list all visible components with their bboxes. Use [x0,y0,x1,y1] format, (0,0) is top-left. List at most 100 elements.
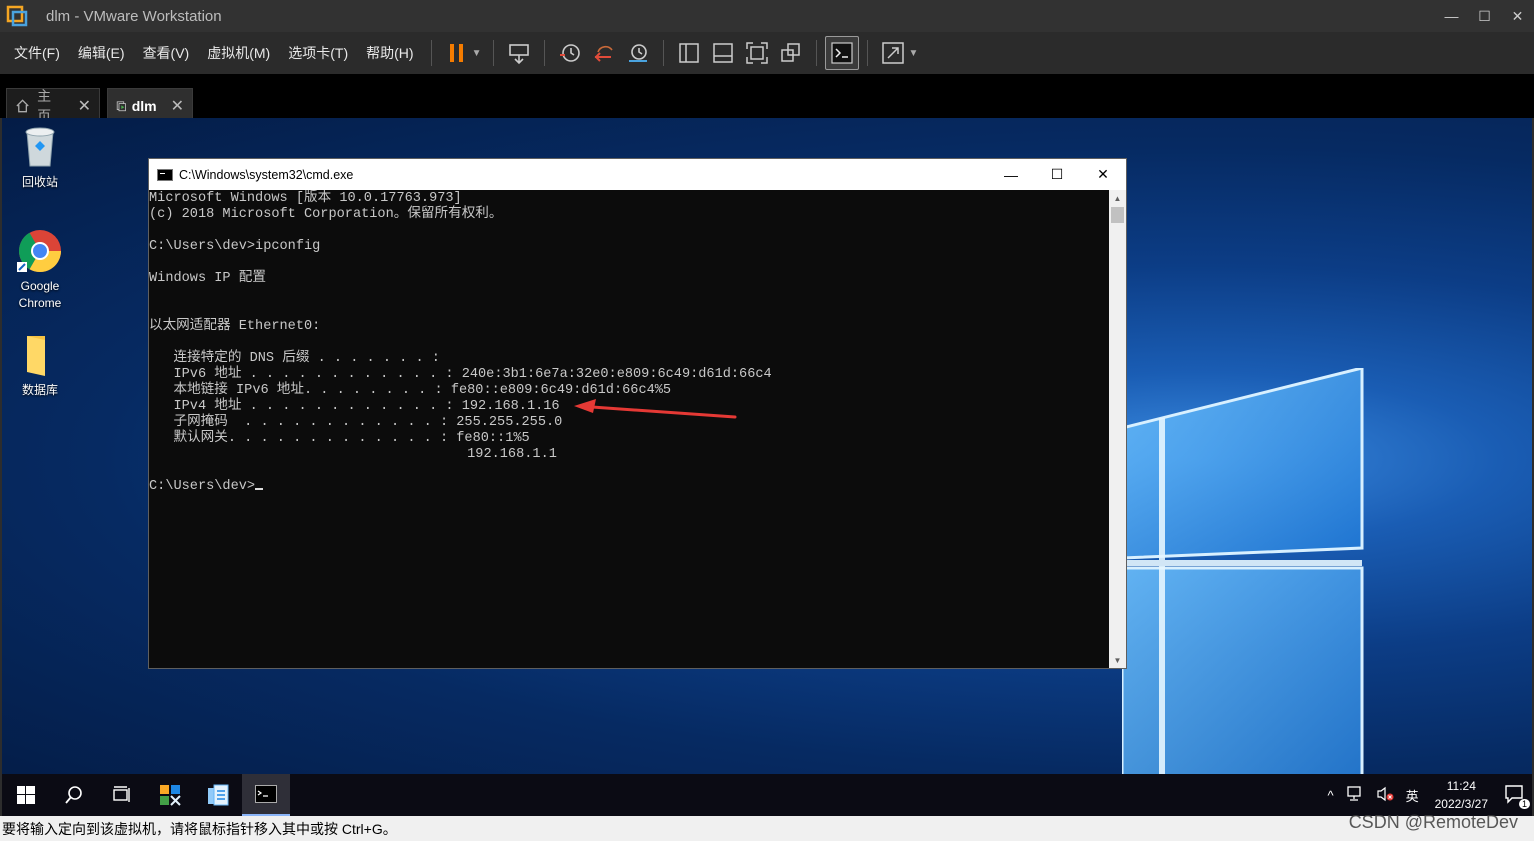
window-title: dlm - VMware Workstation [46,7,222,25]
desktop-icon-database-folder[interactable]: 数据库 [2,332,78,399]
console-line: 以太网适配器 Ethernet0: [149,319,321,334]
vmware-logo-icon [6,5,28,27]
console-line: (c) 2018 Microsoft Corporation。保留所有权利。 [149,207,503,222]
snapshot-manager-button[interactable] [621,36,655,70]
clock-time: 11:24 [1446,779,1476,793]
full-screen-button[interactable] [740,36,774,70]
taskbar-app-file-explorer[interactable] [194,774,242,816]
minimize-button[interactable]: — [1435,0,1468,32]
clock[interactable]: 11:24 2022/3/27 [1435,777,1488,813]
tab-dlm[interactable]: dlm ✕ [107,88,193,122]
tab-home-close-icon[interactable]: ✕ [78,96,91,116]
tray-overflow-chevron-icon[interactable]: ^ [1327,788,1333,803]
annotation-arrow-icon [574,399,737,419]
cmd-taskbar-icon [255,785,277,803]
cmd-maximize-button[interactable]: ☐ [1034,159,1080,190]
server-manager-icon [160,785,181,806]
network-icon[interactable] [1346,785,1364,805]
tab-dlm-close-icon[interactable]: ✕ [171,96,184,116]
console-line: 192.168.1.1 [149,447,557,462]
tab-bar: 主页 ✕ dlm ✕ [0,74,1534,124]
clock-date: 2022/3/27 [1434,797,1488,811]
console-view-button[interactable] [825,36,860,70]
sidebar-view-button[interactable] [672,36,706,70]
vm-icon [116,100,126,111]
snapshot-button[interactable] [553,36,587,70]
scroll-up-icon[interactable]: ▲ [1109,190,1126,206]
send-ctrl-alt-del-button[interactable] [502,36,536,70]
input-method-indicator[interactable]: 英 [1406,786,1419,805]
toolbar-separator [493,40,495,66]
guest-taskbar: ^ 英 11:24 2022/3/27 1 [2,774,1532,816]
start-button[interactable] [2,774,50,816]
text-cursor [255,488,264,490]
fullscreen-icon [746,42,769,64]
terminal-icon [831,42,854,64]
taskbar-app-cmd[interactable] [242,774,290,816]
taskbar-app-server-manager[interactable] [146,774,194,816]
statusbar-hint-text: 要将输入定向到该虚拟机，请将鼠标指针移入其中或按 Ctrl+G。 [2,820,397,837]
stretch-icon [882,42,905,64]
menu-vm[interactable]: 虚拟机(M) [198,43,279,63]
menu-view[interactable]: 查看(V) [134,43,199,63]
close-button[interactable]: ✕ [1501,0,1534,32]
desktop-icon-label: 数据库 [21,383,58,397]
desktop-icon-label: Google Chrome [18,279,62,310]
recycle-bin-icon [17,124,63,170]
desktop-icon-chrome[interactable]: Google Chrome [2,228,78,312]
console-line: Windows IP 配置 [149,271,266,286]
task-view-icon [113,786,130,802]
thumbnail-view-button[interactable] [706,36,740,70]
search-button[interactable] [50,774,98,816]
volume-muted-icon[interactable] [1376,786,1394,805]
unity-icon [781,43,801,62]
menu-file[interactable]: 文件(F) [5,43,69,63]
stretch-dropdown-icon[interactable]: ▼ [908,48,918,59]
search-icon [65,786,82,804]
toolbar-separator [430,40,432,66]
snapshot-manager-icon [629,44,648,62]
tab-dlm-label: dlm [131,97,157,114]
stretch-guest-button[interactable] [876,36,910,70]
scroll-down-icon[interactable]: ▼ [1109,652,1126,668]
pause-button[interactable] [440,36,474,70]
cmd-scrollbar[interactable]: ▲ ▼ [1109,190,1126,668]
windows-start-icon [17,786,35,804]
cmd-close-button[interactable]: ✕ [1080,159,1126,190]
action-center-icon[interactable]: 1 [1504,784,1530,809]
menu-tabs[interactable]: 选项卡(T) [279,43,357,63]
cmd-console-output[interactable]: Microsoft Windows [版本 10.0.17763.973] (c)… [149,190,1110,668]
csdn-watermark: CSDN @RemoteDev [1348,812,1518,832]
cmd-minimize-button[interactable]: — [988,159,1034,190]
maximize-button[interactable]: ☐ [1468,0,1501,32]
system-tray: ^ 英 11:24 2022/3/27 1 [1321,774,1532,816]
toolbar-separator [816,40,818,66]
console-line: IPv6 地址 . . . . . . . . . . . . : 240e:3… [149,367,772,382]
send-keys-icon [509,44,530,65]
console-line: C:\Users\dev> [149,479,1110,495]
cmd-titlebar[interactable]: C:\Windows\system32\cmd.exe — ☐ ✕ [149,159,1126,190]
menu-edit[interactable]: 编辑(E) [69,43,134,63]
pause-dropdown-icon[interactable]: ▼ [472,48,482,59]
notification-count-badge: 1 [1518,798,1530,809]
console-line: C:\Users\dev>ipconfig [149,239,321,254]
scrollbar-thumb[interactable] [1111,207,1124,223]
toolbar-separator [544,40,546,66]
task-view-button[interactable] [98,774,146,816]
desktop-icon-recycle-bin[interactable]: 回收站 [2,124,78,191]
desktop-icon-label: 回收站 [21,175,58,189]
pause-icon [449,44,463,62]
tab-home[interactable]: 主页 ✕ [6,88,100,124]
menu-toolbar: 文件(F) 编辑(E) 查看(V) 虚拟机(M) 选项卡(T) 帮助(H) ▼ … [0,32,1534,74]
vmware-titlebar: dlm - VMware Workstation — ☐ ✕ [0,0,1534,32]
thumbnail-layout-icon [713,43,734,63]
revert-snapshot-button[interactable] [587,36,621,70]
console-line: 连接特定的 DNS 后缀 . . . . . . . : [149,351,440,366]
menu-help[interactable]: 帮助(H) [357,43,422,63]
unity-button[interactable] [774,36,808,70]
